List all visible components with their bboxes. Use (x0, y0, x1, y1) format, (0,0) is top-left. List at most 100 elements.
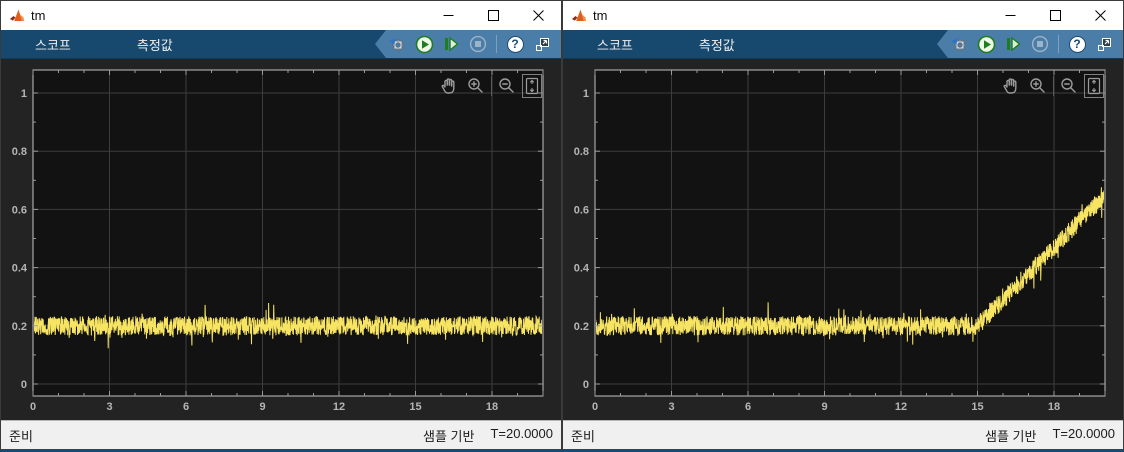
svg-text:0.4: 0.4 (12, 263, 28, 275)
close-button[interactable] (516, 1, 561, 30)
menu-bar: 스코프 측정값 (563, 30, 1123, 59)
run-button[interactable] (975, 33, 997, 55)
scale-y-axis-icon (524, 76, 540, 96)
fit-to-view-button[interactable] (522, 74, 542, 98)
pan-button[interactable] (999, 74, 1023, 98)
scope-window-2: tm 스코프 측정값 (562, 0, 1124, 452)
desktop: tm 스코프 측정값 (0, 0, 1124, 452)
status-ready: 준비 (571, 426, 595, 445)
gear-arrow-icon (950, 35, 968, 53)
svg-text:9: 9 (259, 401, 265, 413)
svg-text:3: 3 (106, 401, 112, 413)
fit-to-view-button[interactable] (1084, 74, 1104, 98)
scope-chart: 036912151800.20.40.60.81 (1, 59, 561, 420)
svg-text:1: 1 (583, 88, 589, 100)
close-icon (533, 10, 544, 21)
plot-tools (437, 74, 542, 98)
plot-area: 036912151800.20.40.60.81 (1, 59, 561, 420)
zoom-out-icon (1059, 76, 1079, 96)
hand-icon (1001, 76, 1021, 96)
scope-toolbar: ? (375, 30, 561, 58)
stop-button[interactable] (467, 33, 489, 55)
toolbar-separator (1058, 35, 1059, 53)
menu-scope[interactable]: 스코프 (31, 35, 75, 54)
svg-text:12: 12 (895, 401, 907, 413)
plot-tools (999, 74, 1104, 98)
stop-button[interactable] (1029, 33, 1051, 55)
status-time: T=20.0000 (1052, 426, 1115, 445)
maximize-button[interactable] (471, 1, 516, 30)
step-forward-button[interactable] (1002, 33, 1024, 55)
simulation-settings-button[interactable] (386, 33, 408, 55)
scope-chart: 036912151800.20.40.60.81 (563, 59, 1123, 420)
run-button[interactable] (413, 33, 435, 55)
zoom-out-button[interactable] (495, 74, 519, 98)
maximize-icon (1050, 10, 1061, 21)
play-icon (977, 35, 996, 54)
zoom-in-button[interactable] (1026, 74, 1050, 98)
help-icon: ? (507, 36, 524, 53)
zoom-out-button[interactable] (1057, 74, 1081, 98)
title-bar[interactable]: tm (563, 1, 1123, 30)
menu-scope[interactable]: 스코프 (593, 35, 637, 54)
svg-text:15: 15 (971, 401, 983, 413)
svg-text:12: 12 (333, 401, 345, 413)
step-forward-icon (1004, 35, 1022, 53)
menu-measurements[interactable]: 측정값 (133, 35, 177, 54)
svg-text:15: 15 (409, 401, 421, 413)
maximize-button[interactable] (1033, 1, 1078, 30)
menu-measurements[interactable]: 측정값 (695, 35, 739, 54)
dock-window-icon (1095, 35, 1113, 53)
svg-text:0.8: 0.8 (12, 146, 27, 158)
zoom-in-icon (466, 76, 486, 96)
plot-tools-separator (491, 76, 492, 96)
svg-text:18: 18 (486, 401, 498, 413)
zoom-in-button[interactable] (464, 74, 488, 98)
svg-text:0: 0 (583, 379, 589, 391)
play-icon (415, 35, 434, 54)
plot-area: 036912151800.20.40.60.81 (563, 59, 1123, 420)
gear-arrow-icon (388, 35, 406, 53)
menu-bar: 스코프 측정값 (1, 30, 561, 59)
svg-text:0: 0 (30, 401, 36, 413)
status-bar: 준비 샘플 기반 T=20.0000 (563, 420, 1123, 449)
minimize-button[interactable] (988, 1, 1033, 30)
status-sample-based: 샘플 기반 (985, 426, 1036, 445)
svg-text:0.8: 0.8 (574, 146, 589, 158)
svg-text:0: 0 (21, 379, 27, 391)
close-button[interactable] (1078, 1, 1123, 30)
svg-text:6: 6 (745, 401, 751, 413)
zoom-out-icon (497, 76, 517, 96)
minimize-button[interactable] (426, 1, 471, 30)
scope-toolbar: ? (937, 30, 1123, 58)
svg-text:0.4: 0.4 (574, 263, 590, 275)
maximize-icon (488, 10, 499, 21)
matlab-logo-icon (571, 8, 587, 24)
dock-button[interactable] (531, 33, 553, 55)
title-bar[interactable]: tm (1, 1, 561, 30)
pan-button[interactable] (437, 74, 461, 98)
zoom-in-icon (1028, 76, 1048, 96)
svg-text:9: 9 (821, 401, 827, 413)
status-sample-based: 샘플 기반 (423, 426, 474, 445)
svg-text:0.2: 0.2 (12, 321, 27, 333)
svg-text:1: 1 (21, 88, 27, 100)
help-button[interactable]: ? (1066, 33, 1088, 55)
svg-text:18: 18 (1048, 401, 1060, 413)
minimize-icon (1005, 10, 1016, 21)
svg-text:0.6: 0.6 (12, 204, 27, 216)
stop-icon (469, 35, 487, 53)
step-forward-button[interactable] (440, 33, 462, 55)
help-button[interactable]: ? (504, 33, 526, 55)
hand-icon (439, 76, 459, 96)
minimize-icon (443, 10, 454, 21)
svg-text:0.6: 0.6 (574, 204, 589, 216)
scale-y-axis-icon (1086, 76, 1102, 96)
status-bar: 준비 샘플 기반 T=20.0000 (1, 420, 561, 449)
svg-text:0: 0 (592, 401, 598, 413)
toolbar-separator (496, 35, 497, 53)
close-icon (1095, 10, 1106, 21)
dock-button[interactable] (1093, 33, 1115, 55)
step-forward-icon (442, 35, 460, 53)
simulation-settings-button[interactable] (948, 33, 970, 55)
